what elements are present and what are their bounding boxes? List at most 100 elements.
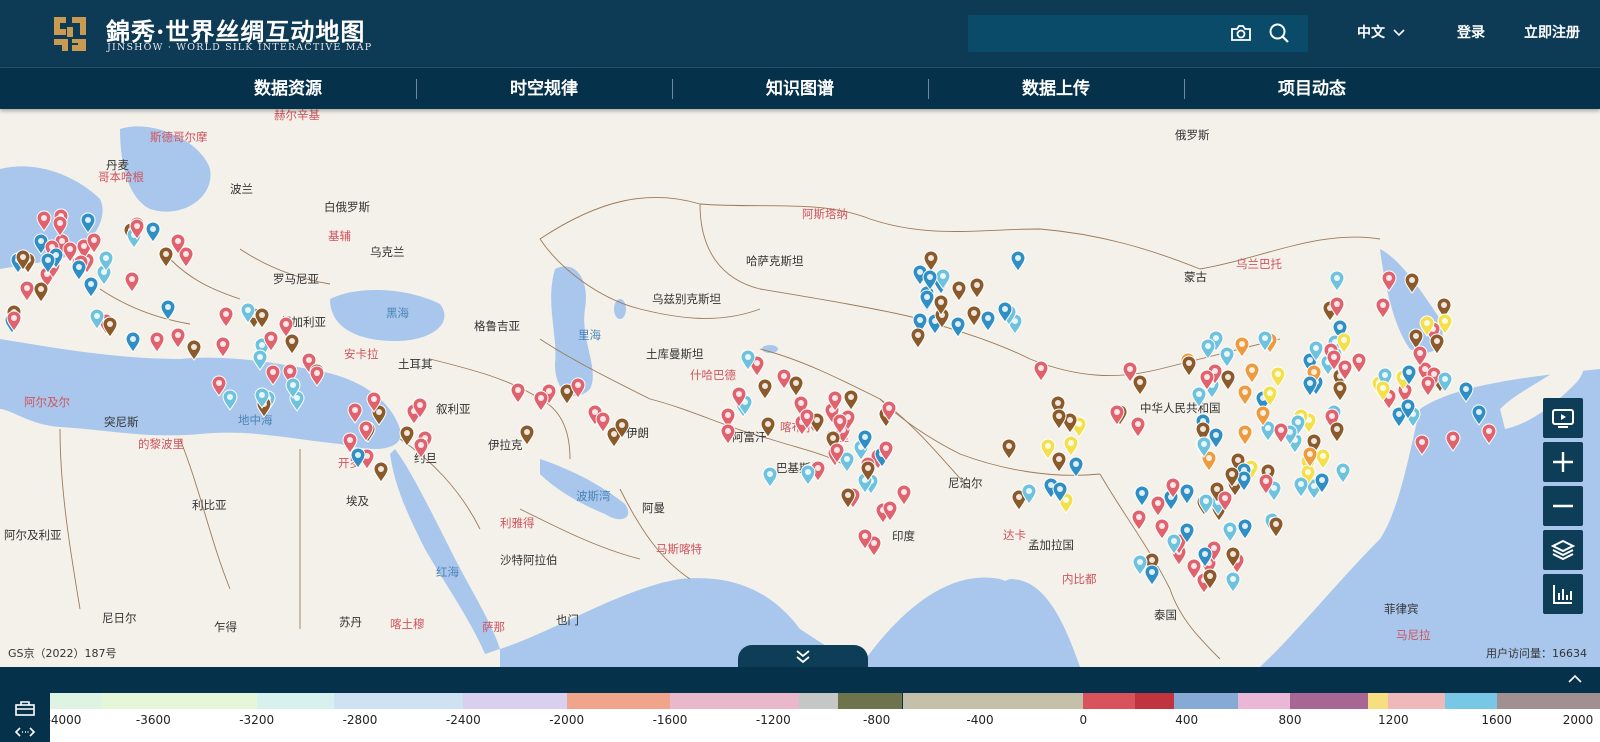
nav-knowledge-graph[interactable]: 知识图谱 [672, 68, 928, 110]
map-marker-icon[interactable] [762, 466, 778, 489]
map-marker-icon[interactable] [1429, 333, 1445, 356]
map-marker-icon[interactable] [86, 232, 102, 254]
map-marker-icon[interactable] [980, 310, 996, 333]
map-marker-icon[interactable] [1134, 485, 1150, 507]
map-marker-icon[interactable] [170, 327, 186, 349]
map-marker-icon[interactable] [740, 349, 756, 372]
map-marker-icon[interactable] [1144, 564, 1160, 586]
language-select[interactable]: 中文 [1357, 22, 1405, 42]
map-marker-icon[interactable] [1165, 477, 1181, 499]
map-marker-icon[interactable] [1200, 338, 1216, 360]
statistics-button[interactable] [1543, 574, 1583, 614]
map-marker-icon[interactable] [124, 271, 140, 293]
map-marker-icon[interactable] [1052, 481, 1068, 504]
timeline-period[interactable] [334, 693, 464, 709]
layers-button[interactable] [1543, 530, 1583, 570]
map-marker-icon[interactable] [278, 316, 294, 338]
map-canvas[interactable]: 俄罗斯 丹麦 白俄罗斯 乌克兰 罗马尼亚 保加利亚 波兰 土耳其 伊拉克 约旦 … [0, 109, 1600, 667]
map-marker-icon[interactable] [919, 289, 935, 311]
map-marker-icon[interactable] [1222, 521, 1238, 543]
map-marker-icon[interactable] [1401, 364, 1417, 386]
map-marker-icon[interactable] [1329, 296, 1345, 318]
map-marker-icon[interactable] [1335, 462, 1351, 484]
map-marker-icon[interactable] [1197, 546, 1213, 568]
map-marker-icon[interactable] [951, 280, 967, 302]
map-marker-icon[interactable] [1329, 421, 1345, 443]
map-marker-icon[interactable] [1375, 380, 1391, 403]
map-marker-icon[interactable] [857, 528, 873, 550]
map-marker-icon[interactable] [843, 389, 859, 411]
map-marker-icon[interactable] [1437, 313, 1453, 335]
timeline-period[interactable] [1388, 693, 1445, 709]
nav-project-news[interactable]: 项目动态 [1184, 68, 1440, 110]
map-marker-icon[interactable] [1198, 493, 1214, 515]
map-marker-icon[interactable] [1225, 571, 1241, 593]
map-marker-icon[interactable] [1262, 385, 1278, 408]
map-marker-icon[interactable] [1375, 297, 1391, 319]
timeline-period[interactable] [1135, 693, 1174, 709]
map-marker-icon[interactable] [1179, 483, 1195, 505]
map-marker-icon[interactable] [1404, 272, 1420, 294]
timeline-period[interactable] [256, 693, 335, 709]
map-marker-icon[interactable] [36, 210, 52, 232]
map-marker-icon[interactable] [1132, 374, 1148, 396]
map-marker-icon[interactable] [1131, 509, 1147, 531]
map-marker-icon[interactable] [799, 408, 815, 430]
map-marker-icon[interactable] [1381, 270, 1397, 293]
timeline-period[interactable] [101, 693, 257, 709]
map-marker-icon[interactable] [160, 299, 176, 321]
map-marker-icon[interactable] [89, 308, 105, 330]
map-marker-icon[interactable] [399, 425, 415, 448]
map-marker-icon[interactable] [218, 306, 234, 328]
map-marker-icon[interactable] [800, 464, 816, 487]
timeline-period[interactable] [50, 693, 102, 709]
map-marker-icon[interactable] [1445, 430, 1461, 453]
expand-panel-button[interactable] [738, 645, 868, 669]
timeline-period[interactable] [902, 693, 1084, 709]
map-marker-icon[interactable] [40, 252, 56, 274]
map-marker-icon[interactable] [1051, 408, 1067, 430]
nav-data-resources[interactable]: 数据资源 [160, 68, 416, 110]
search-input[interactable] [978, 21, 1228, 46]
map-marker-icon[interactable] [1332, 380, 1348, 402]
map-marker-icon[interactable] [412, 397, 428, 420]
map-marker-icon[interactable] [373, 461, 389, 483]
map-marker-icon[interactable] [1458, 381, 1474, 403]
map-marker-icon[interactable] [215, 336, 231, 358]
map-marker-icon[interactable] [1481, 423, 1497, 445]
map-marker-icon[interactable] [254, 387, 270, 410]
timeline-period[interactable] [1238, 693, 1290, 709]
map-marker-icon[interactable] [757, 378, 773, 400]
map-marker-icon[interactable] [1234, 336, 1250, 358]
map-marker-icon[interactable] [1021, 483, 1037, 505]
map-marker-icon[interactable] [510, 382, 526, 404]
map-marker-icon[interactable] [1258, 473, 1274, 495]
map-marker-icon[interactable] [125, 331, 141, 353]
map-marker-icon[interactable] [788, 375, 804, 397]
map-marker-icon[interactable] [222, 389, 238, 411]
map-marker-icon[interactable] [720, 423, 736, 446]
map-marker-icon[interactable] [1010, 250, 1026, 272]
map-marker-icon[interactable] [149, 331, 165, 353]
map-marker-icon[interactable] [1257, 330, 1273, 352]
map-marker-icon[interactable] [1314, 472, 1330, 494]
search-icon[interactable] [1268, 22, 1290, 44]
map-marker-icon[interactable] [358, 420, 374, 443]
map-marker-icon[interactable] [950, 316, 966, 339]
map-marker-icon[interactable] [83, 276, 99, 298]
map-marker-icon[interactable] [969, 277, 985, 299]
timeline-period[interactable] [1496, 693, 1600, 709]
map-marker-icon[interactable] [1068, 456, 1084, 478]
map-marker-icon[interactable] [614, 417, 630, 440]
map-marker-icon[interactable] [254, 307, 270, 329]
map-marker-icon[interactable] [285, 377, 301, 400]
map-marker-icon[interactable] [366, 391, 382, 414]
timeline-period[interactable] [566, 693, 670, 709]
map-marker-icon[interactable] [1202, 568, 1218, 590]
zoom-in-button[interactable] [1543, 442, 1583, 482]
map-marker-icon[interactable] [1225, 546, 1241, 568]
nav-data-upload[interactable]: 数据上传 [928, 68, 1184, 110]
timeline-period[interactable] [1445, 693, 1497, 709]
map-marker-icon[interactable] [1273, 422, 1289, 444]
map-marker-icon[interactable] [1181, 355, 1197, 378]
